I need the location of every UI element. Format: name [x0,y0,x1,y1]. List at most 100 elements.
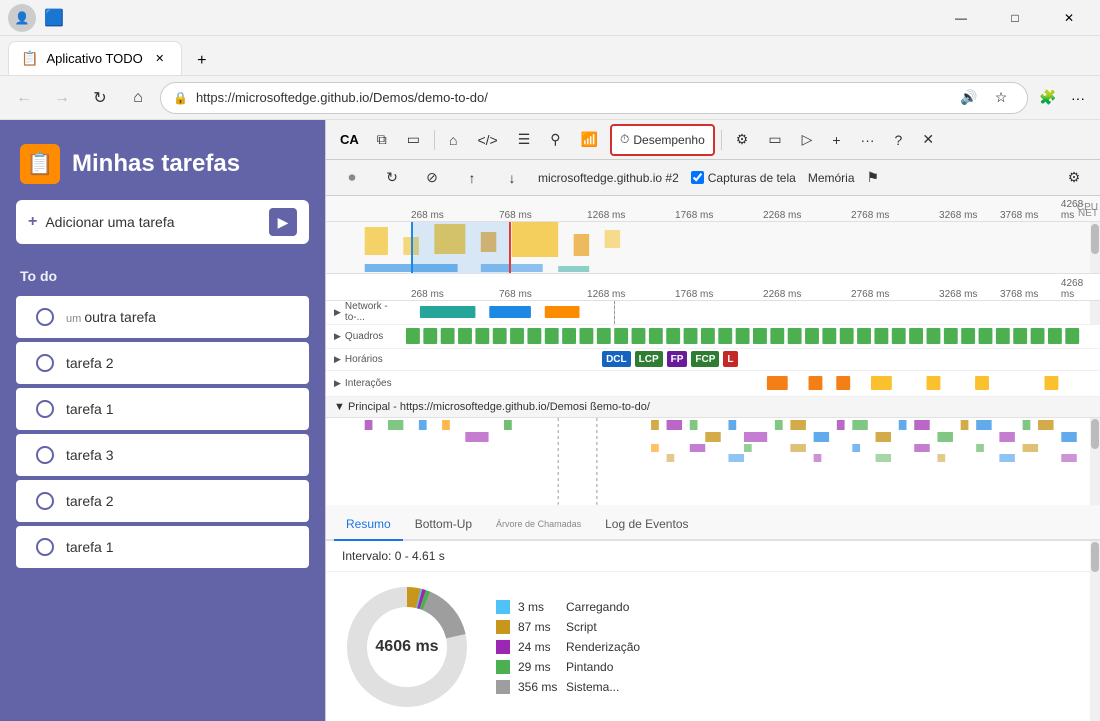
expand-icon: ▶ [334,378,341,389]
cancel-record-button[interactable]: ⊘ [418,164,446,192]
address-bar[interactable]: 🔒 https://microsoftedge.github.io/Demos/… [160,82,1028,114]
donut-center-label: 4606 ms [375,638,438,656]
add-task-area[interactable]: + Adicionar uma tarefa ▶ [16,200,309,244]
devtools-help-button[interactable]: ? [887,124,911,156]
legend-rendering: 24 ms Renderização [496,640,1084,654]
devtools-device-button[interactable]: ▭ [760,124,789,156]
task-item[interactable]: tarefa 3 [16,434,309,476]
performance-icon: ⏱ [620,132,629,147]
legend-area: 3 ms Carregando 87 ms Script 24 ms [496,580,1084,713]
bottom-vscrollbar-thumb[interactable] [1091,542,1099,572]
forward-button[interactable]: → [46,82,78,114]
extensions-icon[interactable]: 🧩 [1034,84,1062,112]
main-vscrollbar[interactable] [1090,418,1100,505]
read-aloud-icon[interactable]: 🔊 [955,84,983,112]
net-vscroll[interactable] [1090,301,1100,324]
timings-label: Horários [345,354,383,365]
network-label: Network - to-... [345,301,406,323]
record-button[interactable]: ⏺ [338,164,366,192]
main-vscrollbar-thumb[interactable] [1091,419,1099,449]
new-tab-button[interactable]: + [186,47,218,75]
task-checkbox[interactable] [36,308,54,326]
task-checkbox[interactable] [36,492,54,510]
devtools-more-button[interactable]: ··· [853,124,883,156]
close-button[interactable]: ✕ [1046,0,1092,36]
bottom-vscrollbar[interactable] [1090,541,1100,721]
upload-button[interactable]: ↑ [458,164,486,192]
screenshots-checkbox-input[interactable] [691,171,704,184]
recording-settings-button[interactable]: ⚙ [1060,164,1088,192]
download-button[interactable]: ↓ [498,164,526,192]
ruler-label: 3268 ms [939,210,977,221]
task-item[interactable]: tarefa 1 [16,526,309,568]
maximize-button[interactable]: □ [992,0,1038,36]
app-header: 📋 Minhas tarefas [0,120,325,200]
app-sidebar: 📋 Minhas tarefas + Adicionar uma tarefa … [0,120,325,721]
profile-button[interactable]: 👤 [8,4,36,32]
refresh-button[interactable]: ↻ [84,82,116,114]
task-checkbox[interactable] [36,354,54,372]
network-row-label[interactable]: ▶ Network - to-... [326,301,406,323]
add-plus-icon: + [28,213,37,231]
tab-arvore[interactable]: Árvore de Chamadas [484,509,593,541]
add-task-arrow-button[interactable]: ▶ [269,208,297,236]
minimize-button[interactable]: — [938,0,984,36]
devtools-panel: CA ⧉ ▭ ⌂ </> ☰ ⚲ 📶 ⏱ Desempenho ⚙ ▭ ▷ + … [325,120,1100,721]
task-item[interactable]: tarefa 2 [16,480,309,522]
tab-bottom-up[interactable]: Bottom-Up [403,509,484,541]
task-checkbox[interactable] [36,538,54,556]
timeline-vscrollbar[interactable] [1090,222,1100,273]
interactions-row-label[interactable]: ▶ Interações [326,378,406,389]
timeline-ruler-top: 268 ms 768 ms 1268 ms 1768 ms 2268 ms 27… [326,196,1100,222]
refresh-record-button[interactable]: ↻ [378,164,406,192]
main-thread-header[interactable]: ▼ Principal - https://microsoftedge.gith… [326,397,1100,418]
tab-favicon: 📋 [21,50,38,67]
devtools-home-button[interactable]: ⌂ [441,124,465,156]
timeline-vscrollbar-thumb[interactable] [1091,224,1099,254]
browser-tab-active[interactable]: 📋 Aplicativo TODO ✕ [8,41,182,75]
screenshots-checkbox[interactable]: Capturas de tela [691,171,796,185]
ruler-label: 2268 ms [763,210,801,221]
task-item[interactable]: um outra tarefa [16,296,309,338]
devtools-copy-button[interactable]: ⧉ [369,124,395,156]
frames-label: Quadros [345,331,383,342]
task-checkbox[interactable] [36,446,54,464]
devtools-code-button[interactable]: </> [469,124,505,156]
task-item[interactable]: tarefa 2 [16,342,309,384]
tab-close-button[interactable]: ✕ [151,50,169,68]
devtools-performance-button[interactable]: ⏱ Desempenho [610,124,715,156]
rendering-label: Renderização [566,640,640,654]
devtools-settings-button[interactable]: ⚙ [728,124,757,156]
timeline-selection[interactable] [411,222,511,273]
favorites-icon[interactable]: ☆ [987,84,1015,112]
home-button[interactable]: ⌂ [122,82,154,114]
tab-log[interactable]: Log de Eventos [593,509,700,541]
ruler-label-2: 4268 ms [1061,278,1088,300]
task-item[interactable]: tarefa 1 [16,388,309,430]
dcl-badge: DCL [602,351,631,367]
timings-row-label[interactable]: ▶ Horários [326,354,406,365]
task-checkbox[interactable] [36,400,54,418]
devtools-sources-button[interactable]: ⚲ [542,124,568,156]
devtools-camera-button[interactable]: ▷ [794,124,821,156]
ruler-label-2: 2268 ms [763,289,801,300]
main-thread-label: ▼ Principal - https://microsoftedge.gith… [334,401,650,413]
rendering-color [496,640,510,654]
expand-icon: ▶ [334,331,341,342]
ruler-label-2: 2768 ms [851,289,889,300]
performance-label: Desempenho [633,133,704,147]
devtools-ca-button[interactable]: CA [334,132,365,147]
back-button[interactable]: ← [8,82,40,114]
devtools-inspect-button[interactable]: ▭ [399,124,428,156]
devtools-add-button[interactable]: + [824,124,848,156]
frames-row-label[interactable]: ▶ Quadros [326,331,406,342]
devtools-console-button[interactable]: ☰ [510,124,539,156]
frames-row: ▶ Quadros [326,325,1100,349]
devtools-network-button[interactable]: 📶 [573,124,606,156]
tab-resumo[interactable]: Resumo [334,509,403,541]
task-list-section-label: To do [0,260,325,292]
browser-more-icon[interactable]: ··· [1064,84,1092,112]
memory-label: Memória [808,171,855,185]
l-badge: L [723,351,737,367]
devtools-close-button[interactable]: ✕ [914,124,942,156]
